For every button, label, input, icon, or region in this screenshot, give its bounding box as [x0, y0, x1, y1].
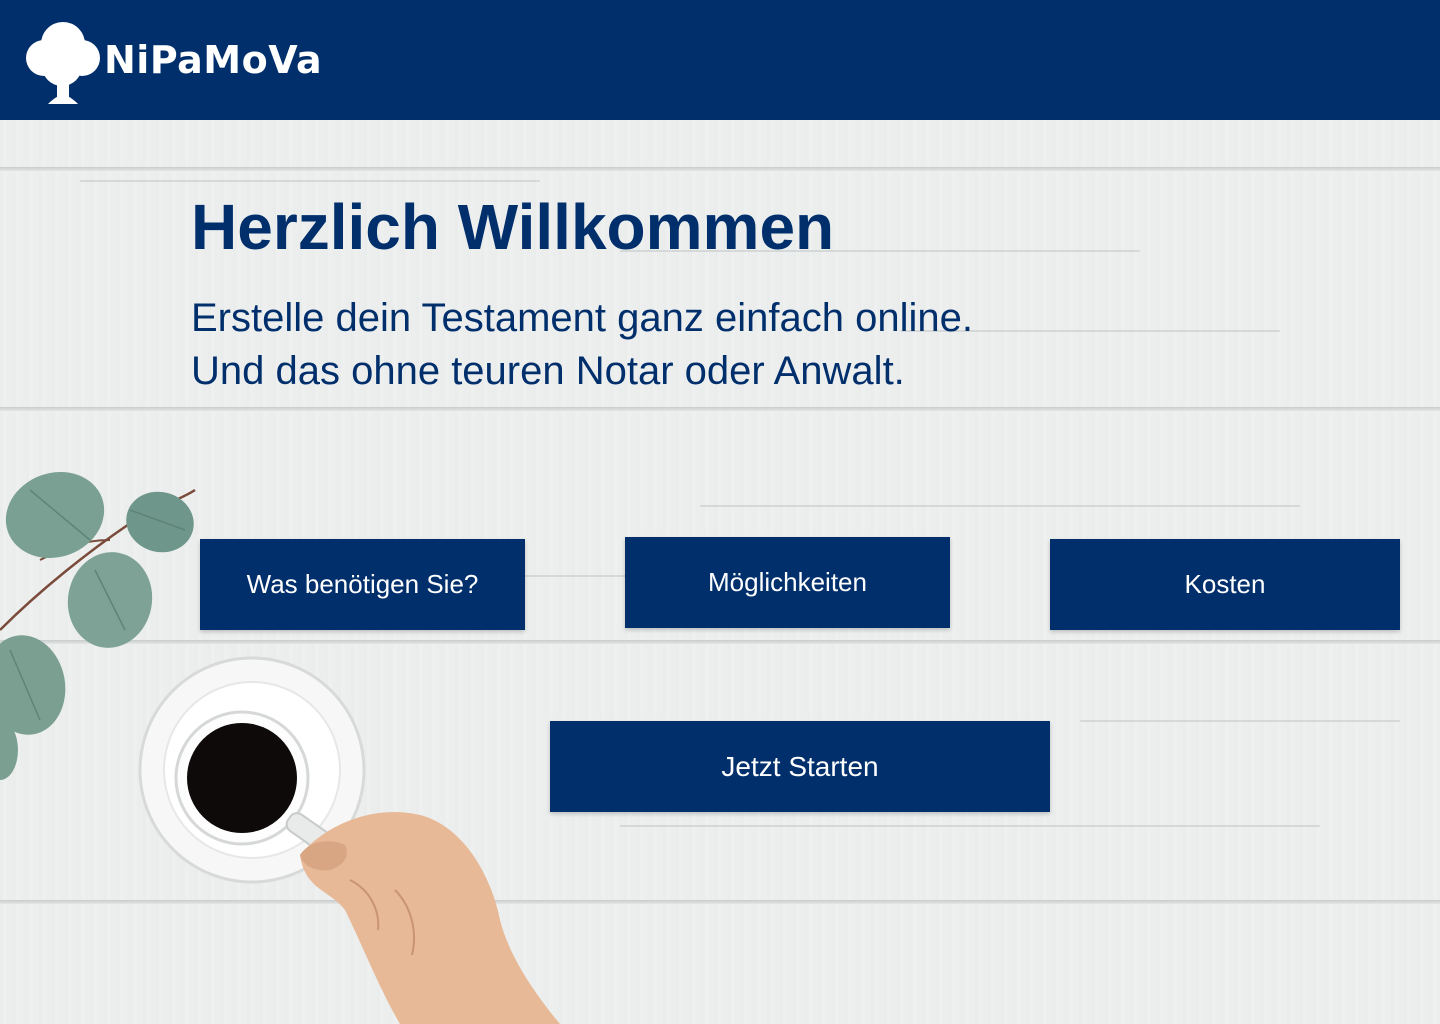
- what-do-you-need-button[interactable]: Was benötigen Sie?: [200, 539, 525, 630]
- start-now-button[interactable]: Jetzt Starten: [550, 721, 1050, 812]
- plank-divider: [0, 407, 1440, 411]
- wood-grain: [620, 825, 1320, 827]
- hero-subtitle: Erstelle dein Testament ganz einfach onl…: [191, 292, 1191, 398]
- tree-icon[interactable]: [24, 18, 102, 106]
- wood-grain: [700, 505, 1300, 507]
- top-header: NiPaMoVa: [0, 0, 1440, 120]
- subtitle-line-1: Erstelle dein Testament ganz einfach onl…: [191, 296, 973, 340]
- page-title: Herzlich Willkommen: [191, 191, 835, 263]
- plank-divider: [0, 167, 1440, 171]
- options-button[interactable]: Möglichkeiten: [625, 537, 950, 628]
- wood-grain: [1080, 720, 1400, 722]
- wood-grain: [80, 180, 540, 182]
- subtitle-line-2: Und das ohne teuren Notar oder Anwalt.: [191, 349, 905, 393]
- brand-name[interactable]: NiPaMoVa: [104, 38, 322, 82]
- costs-button[interactable]: Kosten: [1050, 539, 1400, 630]
